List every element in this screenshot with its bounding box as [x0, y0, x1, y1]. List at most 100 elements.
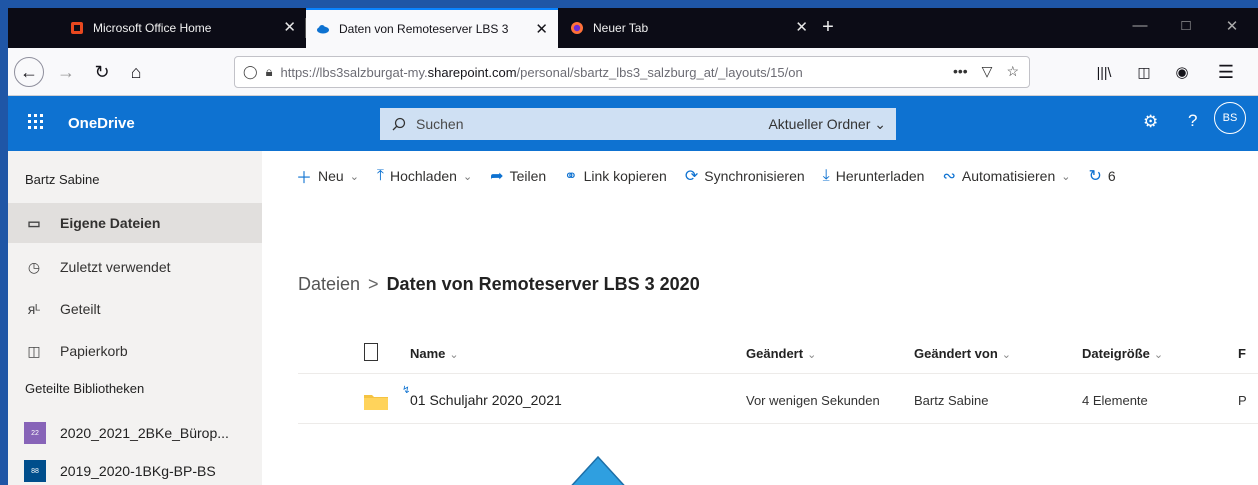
lock-icon[interactable]: 🔒︎ — [266, 64, 273, 80]
window-close-icon[interactable]: ✕ — [1222, 17, 1242, 35]
command-label: Automatisieren — [961, 168, 1056, 184]
library-item[interactable]: 88 2019_2020-1BKg-BP-BS — [24, 457, 262, 485]
command-label: Teilen — [509, 168, 547, 184]
column-header-modified-by[interactable]: Geändert von ⌄ — [914, 346, 1011, 361]
office-icon — [71, 22, 83, 34]
sidebar-icon[interactable]: ◫ — [1132, 60, 1156, 84]
pointer-arrow-icon — [571, 456, 625, 485]
gear-icon[interactable]: ⚙︎ — [1143, 112, 1158, 132]
automate-icon: ∾ — [942, 168, 956, 185]
maximize-icon[interactable]: □ — [1176, 17, 1196, 34]
bookmark-star-icon[interactable]: ☆ — [1006, 63, 1019, 80]
file-name[interactable]: 01 Schuljahr 2020_2021 — [410, 392, 562, 408]
app-launcher-icon[interactable] — [28, 114, 44, 130]
table-row[interactable]: ↯ 01 Schuljahr 2020_2021 Vor wenigen Sek… — [298, 376, 1258, 424]
library-badge-icon: 22 — [24, 422, 46, 444]
chevron-down-icon: ⌄ — [449, 349, 459, 361]
tab-new-tab[interactable]: Neuer Tab ✕ — [560, 8, 818, 48]
chevron-down-icon: ⌄ — [1061, 170, 1071, 183]
back-arrow-icon[interactable]: ← — [14, 57, 44, 87]
column-header-extra[interactable]: F — [1238, 346, 1246, 361]
download-button[interactable]: ⤓ Herunterladen — [823, 167, 925, 185]
close-icon[interactable]: ✕ — [795, 20, 808, 35]
automate-button[interactable]: ∾ Automatisieren ⌄ — [942, 166, 1070, 186]
url-suffix: /personal/sbartz_lbs3_salzburg_at/_layou… — [516, 64, 803, 80]
file-size: 4 Elemente — [1082, 393, 1148, 408]
nav-item-shared[interactable]: яᴸ Geteilt — [8, 289, 262, 329]
app-title[interactable]: OneDrive — [68, 115, 135, 132]
onedrive-cloud-icon — [317, 25, 329, 34]
breadcrumb-root[interactable]: Dateien — [298, 274, 360, 294]
nav-item-my-files[interactable]: ▭ Eigene Dateien — [8, 203, 262, 243]
tab-strip: Microsoft Office Home ✕ Daten von Remote… — [8, 8, 1258, 48]
url-domain: sharepoint.com — [427, 64, 517, 80]
column-label: Name — [410, 346, 446, 361]
suite-header: OneDrive Suchen Aktueller Ordner ⌄ ⚙︎ ? … — [8, 96, 1258, 151]
people-icon: яᴸ — [27, 301, 41, 317]
column-label: Dateigröße — [1082, 346, 1150, 361]
search-scope-dropdown[interactable]: Aktueller Ordner ⌄ — [768, 116, 886, 133]
chevron-down-icon: ⌄ — [874, 115, 886, 132]
firefox-icon — [571, 22, 583, 34]
tab-office-home[interactable]: Microsoft Office Home ✕ — [60, 8, 306, 48]
library-item[interactable]: 22 2020_2021_2BKe_Bürop... — [24, 419, 262, 447]
refresh-button[interactable]: ↻ 6 — [1088, 166, 1115, 186]
minimize-icon[interactable]: — — [1130, 17, 1150, 34]
library-icon[interactable]: |||\ — [1092, 60, 1116, 84]
command-label: Neu — [318, 168, 344, 184]
avatar[interactable]: BS — [1214, 102, 1246, 134]
new-button[interactable]: ＋ Neu ⌄ — [296, 164, 359, 188]
navigation-toolbar: ← → ↻ ⌂ ◯ 🔒︎ https://lbs3salzburgat-my.s… — [8, 48, 1258, 96]
recycle-bin-icon: ◫ — [27, 342, 41, 359]
command-label: Hochladen — [390, 168, 457, 184]
column-label: F — [1238, 346, 1246, 361]
forward-arrow-icon[interactable]: → — [54, 60, 78, 84]
close-icon[interactable]: ✕ — [535, 22, 548, 37]
column-header-modified[interactable]: Geändert ⌄ — [746, 346, 816, 361]
chevron-down-icon: ⌄ — [1153, 349, 1164, 361]
search-box[interactable]: Suchen Aktueller Ordner ⌄ — [380, 108, 896, 140]
command-label: Synchronisieren — [704, 168, 805, 184]
sync-button[interactable]: ⟳ Synchronisieren — [685, 166, 805, 186]
reload-icon[interactable]: ↻ — [90, 60, 114, 84]
search-icon — [392, 117, 406, 131]
copy-link-button[interactable]: ⚭ Link kopieren — [564, 166, 667, 186]
nav-item-recent[interactable]: ◷ Zuletzt verwendet — [8, 247, 262, 287]
chevron-down-icon: ⌄ — [807, 349, 817, 361]
nav-item-recycle-bin[interactable]: ◫ Papierkorb — [8, 331, 262, 371]
url-prefix: https://lbs3salzburgat-my. — [280, 64, 428, 80]
link-icon: ⚭ — [564, 168, 578, 185]
modified-date: Vor wenigen Sekunden — [746, 393, 880, 408]
share-button[interactable]: ➦ Teilen — [490, 166, 546, 186]
share-icon: ➦ — [490, 168, 504, 185]
upload-button[interactable]: ⤒ Hochladen ⌄ — [377, 167, 472, 185]
pocket-icon[interactable]: ▽ — [982, 63, 993, 80]
left-navigation: Bartz Sabine ▭ Eigene Dateien ◷ Zuletzt … — [8, 151, 262, 485]
menu-icon[interactable]: ☰ — [1214, 60, 1238, 84]
page-actions-icon[interactable]: ••• — [953, 63, 968, 80]
command-label: 6 — [1107, 168, 1116, 184]
folder-icon — [364, 395, 388, 410]
column-header-size[interactable]: Dateigröße ⌄ — [1082, 346, 1163, 361]
nav-item-label: Eigene Dateien — [60, 215, 161, 231]
tab-onedrive-active[interactable]: Daten von Remoteserver LBS 3 ✕ — [306, 8, 558, 48]
folder-icon: ▭ — [27, 214, 41, 231]
search-placeholder: Suchen — [416, 116, 464, 132]
new-tab-button[interactable]: + — [816, 16, 840, 40]
breadcrumb-separator: > — [368, 274, 379, 294]
library-label: 2020_2021_2BKe_Bürop... — [60, 425, 229, 441]
shared-libraries-heading: Geteilte Bibliotheken — [25, 381, 145, 396]
url-text[interactable]: https://lbs3salzburgat-my.sharepoint.com… — [280, 65, 960, 80]
close-icon[interactable]: ✕ — [283, 20, 296, 35]
tab-title: Daten von Remoteserver LBS 3 — [339, 22, 509, 36]
address-bar[interactable]: ◯ 🔒︎ https://lbs3salzburgat-my.sharepoin… — [234, 56, 1030, 88]
file-type-icon[interactable] — [364, 343, 378, 361]
clock-icon: ◷ — [27, 258, 41, 275]
home-icon[interactable]: ⌂ — [124, 60, 148, 84]
account-icon[interactable]: ◉ — [1170, 60, 1194, 84]
column-label: Geändert — [746, 346, 804, 361]
column-header-name[interactable]: Name ⌄ — [410, 346, 459, 361]
nav-item-label: Papierkorb — [60, 343, 128, 359]
tracking-shield-icon[interactable]: ◯ — [243, 64, 258, 80]
help-icon[interactable]: ? — [1188, 111, 1197, 131]
